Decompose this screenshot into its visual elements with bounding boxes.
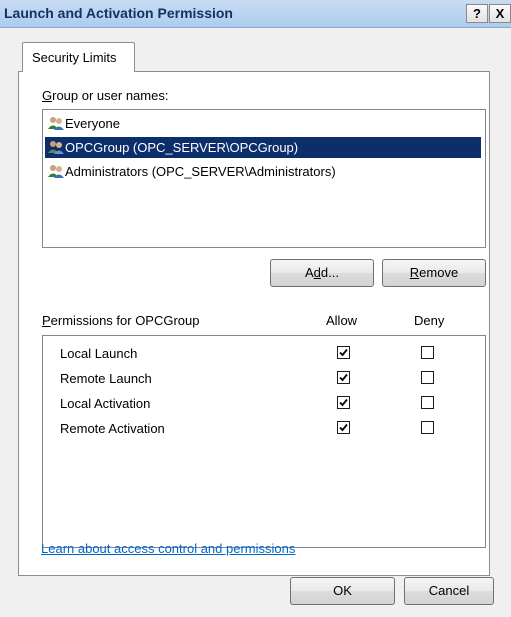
close-button[interactable]: X [489,4,511,23]
remove-button[interactable]: Remove [382,259,486,287]
deny-checkbox[interactable] [421,346,434,359]
permission-name: Remote Activation [60,421,165,436]
permissions-label: Permissions for OPCGroup [42,313,200,328]
deny-checkbox[interactable] [421,396,434,409]
user-group-icon [48,141,64,154]
list-item-opcgroup[interactable]: OPCGroup (OPC_SERVER\OPCGroup) [45,137,481,158]
allow-checkbox[interactable] [337,371,350,384]
checkmark-icon [339,348,348,357]
permission-name: Remote Launch [60,371,152,386]
allow-checkbox[interactable] [337,396,350,409]
tab-security-limits[interactable]: Security Limits [22,42,135,72]
permission-name: Local Activation [60,396,151,411]
checkmark-icon [339,373,348,382]
group-user-list[interactable]: Everyone OPCGroup (OPC_SERVER\OPCGroup) … [42,109,486,248]
allow-checkbox[interactable] [337,421,350,434]
window-title: Launch and Activation Permission [4,5,233,21]
deny-checkbox[interactable] [421,421,434,434]
add-button[interactable]: Add... [270,259,374,287]
permissions-list: Local Launch Remote Launch Local Activat… [42,335,486,548]
title-bar: Launch and Activation Permission ? X [0,0,511,28]
ok-button[interactable]: OK [290,577,395,605]
user-group-icon [48,117,64,130]
help-button[interactable]: ? [466,4,488,23]
deny-column-header: Deny [414,313,445,328]
list-item-everyone[interactable]: Everyone [45,113,481,134]
permission-name: Local Launch [60,346,138,361]
checkmark-icon [339,398,348,407]
permission-row-local-launch: Local Launch [43,342,485,367]
checkmark-icon [339,423,348,432]
user-group-icon [48,165,64,178]
deny-checkbox[interactable] [421,371,434,384]
list-item-label: Everyone [65,116,120,131]
tab-security-limits-label: Security Limits [32,50,117,65]
permission-row-remote-activation: Remote Activation [43,417,485,442]
list-item-label: OPCGroup (OPC_SERVER\OPCGroup) [65,140,299,155]
group-names-label: Group or user names: [42,88,169,103]
allow-column-header: Allow [326,313,358,328]
list-item-administrators[interactable]: Administrators (OPC_SERVER\Administrator… [45,161,481,182]
permission-row-local-activation: Local Activation [43,392,485,417]
allow-checkbox[interactable] [337,346,350,359]
list-item-label: Administrators (OPC_SERVER\Administrator… [65,164,336,179]
cancel-button[interactable]: Cancel [404,577,494,605]
access-control-help-link[interactable]: Learn about access control and permissio… [41,541,295,556]
permission-row-remote-launch: Remote Launch [43,367,485,392]
